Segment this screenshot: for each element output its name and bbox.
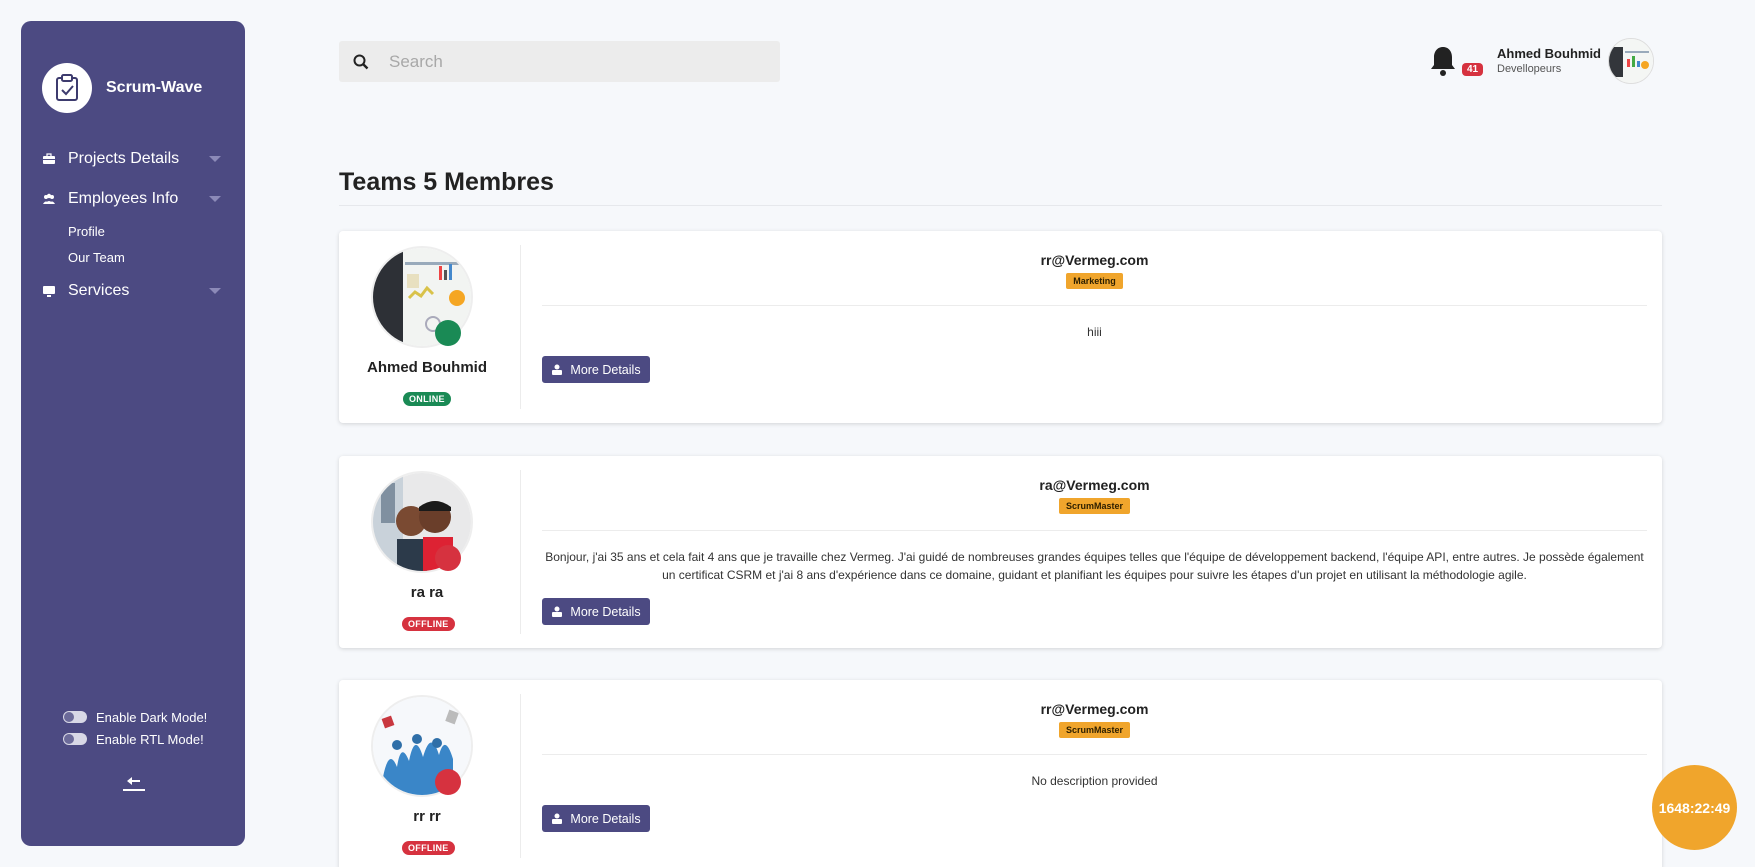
member-name: Ahmed Bouhmid	[367, 359, 487, 376]
collapse-sidebar-icon[interactable]	[117, 771, 149, 795]
monitor-icon	[42, 284, 56, 298]
member-name: ra ra	[410, 584, 444, 601]
member-profile: rr rr OFFLINE	[339, 680, 521, 867]
sidebar-item-employees-info[interactable]: Employees Info	[21, 179, 245, 219]
search-input[interactable]	[389, 51, 769, 72]
card-rule	[542, 305, 1647, 306]
caret-down-icon	[209, 288, 221, 294]
sidebar-item-label: Services	[68, 282, 130, 299]
role-badge: Marketing	[1066, 273, 1123, 289]
sidebar-subitem-our-team[interactable]: Our Team	[21, 245, 245, 271]
online-status-dot	[435, 320, 461, 346]
status-badge: ONLINE	[403, 392, 451, 406]
member-email: rr@Vermeg.com	[1040, 252, 1149, 268]
member-description: No description provided	[1031, 774, 1158, 788]
button-label: More Details	[570, 362, 641, 377]
card-rule	[542, 754, 1647, 755]
member-description: hiii	[1087, 325, 1102, 339]
role-badge: ScrumMaster	[1058, 498, 1131, 514]
role-wrapper: ScrumMaster	[542, 720, 1647, 738]
clipboard-check-icon	[42, 63, 92, 113]
caret-down-icon	[209, 196, 221, 202]
sidebar-subitem-profile[interactable]: Profile	[21, 219, 245, 245]
search-bar	[339, 41, 780, 82]
member-description: Bonjour, j'ai 35 ans et cela fait 4 ans …	[545, 550, 1644, 582]
member-profile: Ahmed Bouhmid ONLINE	[339, 231, 521, 423]
sidebar-item-label: Employees Info	[68, 190, 179, 207]
dark-mode-toggle[interactable]: Enable Dark Mode!	[63, 706, 207, 728]
toggle-label: Enable RTL Mode!	[96, 731, 204, 747]
card-divider	[520, 694, 521, 858]
brand-name: Scrum-Wave	[106, 79, 203, 96]
briefcase-icon	[42, 152, 56, 166]
settings-toggles: Enable Dark Mode! Enable RTL Mode!	[63, 706, 207, 750]
offline-status-dot	[435, 769, 461, 795]
card-divider	[520, 245, 521, 409]
sidebar-item-label: Projects Details	[68, 150, 180, 167]
caret-down-icon	[209, 156, 221, 162]
title-divider	[339, 205, 1662, 206]
header-user-name: Ahmed Bouhmid	[1497, 46, 1601, 61]
header-user-role: Devellopeurs	[1497, 63, 1562, 75]
toggle-switch[interactable]	[63, 711, 87, 723]
button-label: More Details	[570, 604, 641, 619]
users-icon	[551, 606, 563, 618]
button-label: More Details	[570, 811, 641, 826]
toggle-switch[interactable]	[63, 733, 87, 745]
rtl-mode-toggle[interactable]: Enable RTL Mode!	[63, 728, 207, 750]
more-details-button[interactable]: More Details	[542, 805, 650, 832]
sidebar: Scrum-Wave Projects Details Employees In…	[21, 21, 245, 846]
member-profile: ra ra OFFLINE	[339, 456, 521, 648]
member-card: Ahmed Bouhmid ONLINE rr@Vermeg.com Marke…	[339, 231, 1662, 423]
users-icon	[42, 192, 56, 206]
member-card: ra ra OFFLINE ra@Vermeg.com ScrumMaster …	[339, 456, 1662, 648]
users-icon	[551, 364, 563, 376]
member-name: rr rr	[413, 808, 441, 825]
toggle-label: Enable Dark Mode!	[96, 709, 208, 725]
member-details: rr@Vermeg.com Marketing hiii More Detail…	[542, 231, 1647, 423]
sidebar-item-projects-details[interactable]: Projects Details	[21, 139, 245, 179]
page-title: Teams 5 Membres	[339, 168, 554, 196]
bell-icon[interactable]	[1428, 44, 1458, 78]
member-card: rr rr OFFLINE rr@Vermeg.com ScrumMaster …	[339, 680, 1662, 867]
search-icon[interactable]	[339, 41, 383, 82]
sidebar-nav: Projects Details Employees Info Profile …	[21, 139, 245, 311]
offline-status-dot	[435, 545, 461, 571]
role-wrapper: ScrumMaster	[542, 496, 1647, 514]
more-details-button[interactable]: More Details	[542, 598, 650, 625]
brand[interactable]: Scrum-Wave	[42, 63, 202, 113]
session-timer[interactable]: 1648:22:49	[1652, 765, 1737, 850]
status-badge: OFFLINE	[402, 617, 455, 631]
sidebar-item-services[interactable]: Services	[21, 271, 245, 311]
more-details-button[interactable]: More Details	[542, 356, 650, 383]
card-rule	[542, 530, 1647, 531]
card-divider	[520, 470, 521, 634]
status-badge: OFFLINE	[402, 841, 455, 855]
notification-count-badge: 41	[1462, 63, 1484, 76]
member-email: ra@Vermeg.com	[1039, 477, 1150, 493]
member-details: rr@Vermeg.com ScrumMaster No description…	[542, 680, 1647, 867]
member-email: rr@Vermeg.com	[1040, 701, 1149, 717]
users-icon	[551, 813, 563, 825]
role-wrapper: Marketing	[542, 271, 1647, 289]
avatar[interactable]	[1608, 38, 1654, 84]
role-badge: ScrumMaster	[1058, 722, 1131, 738]
member-details: ra@Vermeg.com ScrumMaster Bonjour, j'ai …	[542, 456, 1647, 648]
